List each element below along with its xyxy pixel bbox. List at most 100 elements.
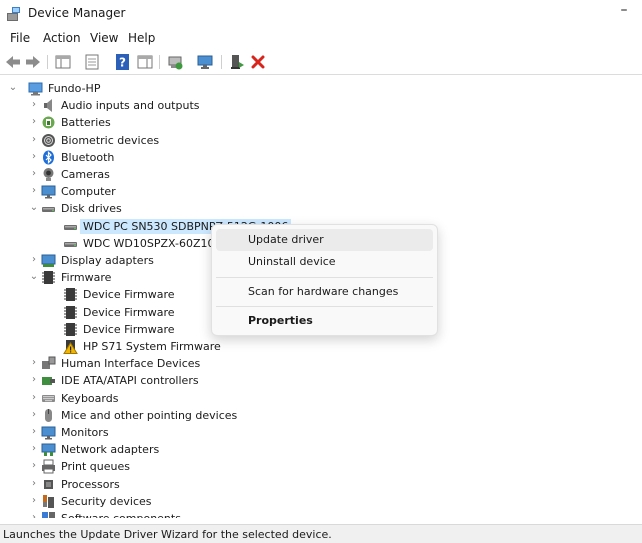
show-hide-console-tree-icon[interactable]: [54, 53, 72, 71]
disk-drive-icon: [42, 207, 55, 213]
tree-node[interactable]: › Audio inputs and outputs: [0, 97, 642, 114]
context-menu-label: Uninstall device: [248, 255, 336, 268]
printer-icon: [42, 459, 55, 474]
chevron-right-icon[interactable]: ›: [29, 442, 39, 456]
chevron-right-icon[interactable]: ›: [29, 477, 39, 491]
chevron-right-icon[interactable]: ›: [29, 408, 39, 422]
back-arrow-icon[interactable]: [4, 53, 22, 71]
ide-controller-icon: [42, 377, 55, 386]
context-menu-update-driver[interactable]: Update driver: [216, 229, 433, 251]
show-action-pane-icon[interactable]: [136, 53, 154, 71]
context-menu-label: Scan for hardware changes: [248, 285, 399, 298]
tree-node[interactable]: › Batteries: [0, 114, 642, 131]
tree-node-label: Security devices: [61, 494, 152, 508]
menu-help[interactable]: Help: [128, 31, 155, 45]
tree-node[interactable]: › Print queues: [0, 458, 642, 475]
device-manager-icon: [7, 7, 20, 21]
context-menu-uninstall-device[interactable]: Uninstall device: [216, 251, 433, 273]
software-component-icon: [42, 512, 55, 518]
toolbar-separator: [159, 55, 160, 69]
tree-node-label: IDE ATA/ATAPI controllers: [61, 374, 199, 388]
tree-node[interactable]: HP S71 System Firmware: [0, 338, 642, 355]
tree-node[interactable]: › Monitors: [0, 424, 642, 441]
disk-drive-icon: [64, 224, 77, 230]
tree-node[interactable]: ⌄ Fundo-HP: [0, 80, 642, 97]
tree-node[interactable]: › Security devices: [0, 493, 642, 510]
tree-node-label: Network adapters: [61, 443, 160, 457]
update-driver-icon[interactable]: [166, 53, 184, 71]
tree-node-label: Audio inputs and outputs: [61, 99, 200, 113]
toolbar-separator: [47, 55, 48, 69]
chevron-right-icon[interactable]: ›: [29, 150, 39, 164]
minimize-button[interactable]: –: [612, 2, 636, 24]
context-menu-separator: [216, 277, 433, 278]
speaker-icon: [44, 99, 52, 113]
tree-node-label: Device Firmware: [83, 305, 175, 319]
chevron-right-icon[interactable]: ›: [29, 459, 39, 473]
firmware-warning-icon: [63, 340, 78, 354]
tree-node-label: HP S71 System Firmware: [83, 340, 221, 353]
tree-node-label: Firmware: [61, 271, 112, 285]
tree-node[interactable]: › Cameras: [0, 166, 642, 183]
network-adapter-icon: [41, 443, 56, 457]
display-adapter-icon: [41, 254, 56, 267]
hid-icon: [42, 356, 56, 370]
tree-node[interactable]: › Software components: [0, 510, 642, 518]
add-driver-icon[interactable]: [228, 53, 246, 71]
battery-icon: [42, 116, 55, 129]
chevron-right-icon[interactable]: ›: [29, 184, 39, 198]
chevron-right-icon[interactable]: ›: [29, 253, 39, 267]
monitor-icon: [41, 426, 56, 440]
tree-node-label: Bluetooth: [61, 150, 115, 164]
tree-node-label: Human Interface Devices: [61, 357, 201, 371]
tree-node[interactable]: › Keyboards: [0, 390, 642, 407]
chevron-down-icon[interactable]: ⌄: [8, 81, 18, 95]
tree-node[interactable]: › Network adapters: [0, 441, 642, 458]
chevron-down-icon[interactable]: ⌄: [29, 270, 39, 284]
tree-node[interactable]: › Bluetooth: [0, 149, 642, 166]
menu-action[interactable]: Action: [43, 31, 81, 45]
forward-arrow-icon[interactable]: [24, 53, 42, 71]
status-bar: Launches the Update Driver Wizard for th…: [0, 524, 642, 543]
chevron-down-icon[interactable]: ⌄: [29, 201, 39, 215]
properties-icon[interactable]: [83, 53, 101, 71]
firmware-chip-icon: [64, 288, 77, 302]
tree-node[interactable]: › Computer: [0, 183, 642, 200]
tree-node[interactable]: › Mice and other pointing devices: [0, 407, 642, 424]
context-menu-properties[interactable]: Properties: [216, 310, 433, 332]
chevron-right-icon[interactable]: ›: [29, 133, 39, 147]
uninstall-device-icon[interactable]: [249, 53, 267, 71]
tree-node-label: Device Firmware: [83, 322, 175, 336]
chevron-right-icon[interactable]: ›: [29, 115, 39, 129]
svg-text:?: ?: [119, 56, 126, 70]
tree-node-label: Software components: [61, 511, 181, 518]
context-menu: Update driver Uninstall device Scan for …: [211, 224, 438, 336]
context-menu-separator: [216, 306, 433, 307]
tree-node[interactable]: › IDE ATA/ATAPI controllers: [0, 372, 642, 389]
tree-node[interactable]: › Processors: [0, 476, 642, 493]
chevron-right-icon[interactable]: ›: [29, 511, 39, 518]
title-bar: Device Manager –: [0, 0, 642, 28]
chevron-right-icon[interactable]: ›: [29, 356, 39, 370]
context-menu-label: Properties: [248, 314, 313, 327]
menu-file[interactable]: File: [10, 31, 30, 45]
tree-node-label: Processors: [61, 477, 120, 491]
context-menu-scan-hardware-changes[interactable]: Scan for hardware changes: [216, 281, 433, 303]
tree-node-label: Fundo-HP: [48, 82, 101, 95]
chevron-right-icon[interactable]: ›: [29, 494, 39, 508]
status-text: Launches the Update Driver Wizard for th…: [3, 528, 332, 541]
chevron-right-icon[interactable]: ›: [29, 98, 39, 112]
chevron-right-icon[interactable]: ›: [29, 425, 39, 439]
tree-node[interactable]: ⌄ Disk drives: [0, 200, 642, 217]
chevron-right-icon[interactable]: ›: [29, 167, 39, 181]
scan-hardware-icon[interactable]: [196, 53, 214, 71]
help-icon[interactable]: ?: [114, 53, 132, 71]
tree-node[interactable]: › Biometric devices: [0, 132, 642, 149]
chevron-right-icon[interactable]: ›: [29, 391, 39, 405]
tree-node[interactable]: › Human Interface Devices: [0, 355, 642, 372]
chevron-right-icon[interactable]: ›: [29, 373, 39, 387]
menu-view[interactable]: View: [90, 31, 118, 45]
tree-node-label: Computer: [61, 185, 116, 199]
tree-node-label: Cameras: [61, 168, 110, 181]
tree-node-label: Mice and other pointing devices: [61, 408, 238, 422]
